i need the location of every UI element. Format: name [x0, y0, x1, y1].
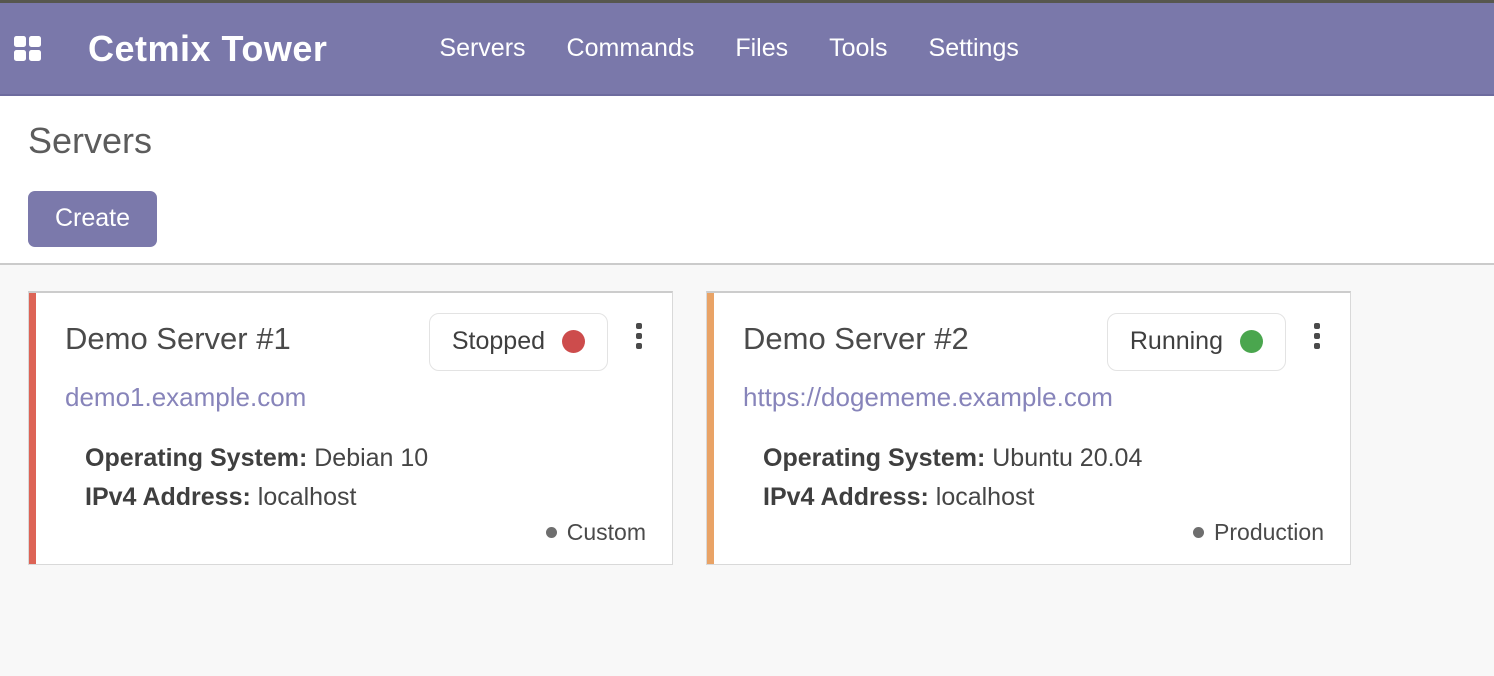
main-menu: Servers Commands Files Tools Settings: [439, 34, 1018, 63]
os-value: Debian 10: [314, 444, 428, 472]
menu-item-settings[interactable]: Settings: [929, 34, 1019, 63]
status-dot-icon: [562, 330, 585, 353]
server-status-button[interactable]: Running: [1107, 313, 1286, 371]
menu-item-commands[interactable]: Commands: [567, 34, 695, 63]
tag-dot-icon: [1193, 527, 1204, 538]
menu-item-tools[interactable]: Tools: [829, 34, 887, 63]
page-title: Servers: [28, 96, 1466, 162]
status-dot-icon: [1240, 330, 1263, 353]
tag-dot-icon: [546, 527, 557, 538]
os-value: Ubuntu 20.04: [992, 444, 1142, 472]
main-navbar: Cetmix Tower Servers Commands Files Tool…: [0, 3, 1494, 96]
menu-item-servers[interactable]: Servers: [439, 34, 525, 63]
create-button[interactable]: Create: [28, 191, 157, 247]
apps-menu-icon[interactable]: [14, 36, 41, 61]
os-row: Operating System: Ubuntu 20.04: [763, 439, 1324, 478]
menu-item-files[interactable]: Files: [735, 34, 788, 63]
kebab-menu-icon[interactable]: [632, 319, 646, 353]
ip-label: IPv4 Address:: [85, 483, 251, 511]
kebab-menu-icon[interactable]: [1310, 319, 1324, 353]
ip-label: IPv4 Address:: [763, 483, 929, 511]
os-label: Operating System:: [763, 444, 985, 472]
card-accent-stripe: [29, 293, 36, 564]
ip-value: localhost: [936, 483, 1035, 511]
card-accent-stripe: [707, 293, 714, 564]
app-brand-title: Cetmix Tower: [88, 28, 327, 70]
status-label: Stopped: [452, 327, 545, 356]
server-tag: Production: [1193, 519, 1324, 546]
tag-label: Custom: [567, 519, 646, 546]
server-card[interactable]: Demo Server #2 Running https://dogememe.…: [706, 291, 1351, 565]
server-url-link[interactable]: https://dogememe.example.com: [743, 382, 1113, 413]
server-tag: Custom: [546, 519, 646, 546]
kanban-view: Demo Server #1 Stopped demo1.example.com…: [0, 265, 1494, 674]
server-status-button[interactable]: Stopped: [429, 313, 608, 371]
status-label: Running: [1130, 327, 1223, 356]
control-panel: Servers Create: [0, 96, 1494, 265]
ip-value: localhost: [258, 483, 357, 511]
server-name: Demo Server #2: [743, 313, 1107, 357]
server-name: Demo Server #1: [65, 313, 429, 357]
ip-row: IPv4 Address: localhost: [763, 478, 1324, 517]
os-label: Operating System:: [85, 444, 307, 472]
server-card[interactable]: Demo Server #1 Stopped demo1.example.com…: [28, 291, 673, 565]
os-row: Operating System: Debian 10: [85, 439, 646, 478]
ip-row: IPv4 Address: localhost: [85, 478, 646, 517]
server-url-link[interactable]: demo1.example.com: [65, 382, 306, 413]
tag-label: Production: [1214, 519, 1324, 546]
